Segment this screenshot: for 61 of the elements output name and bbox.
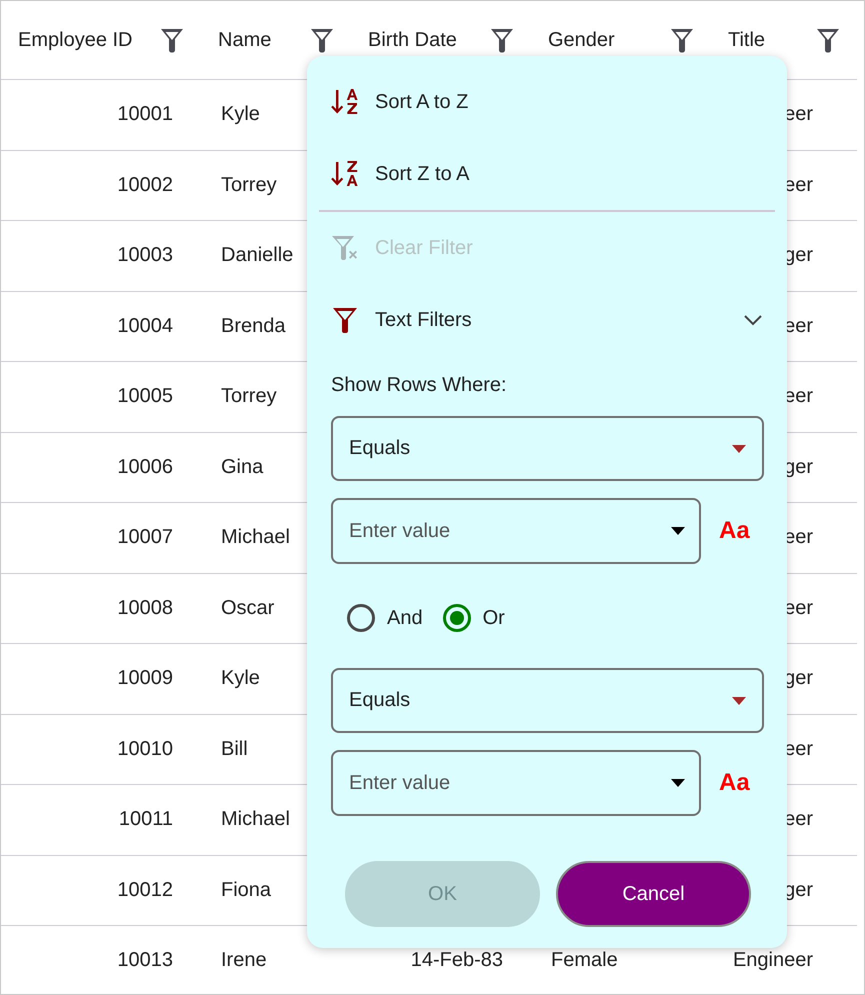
clear-filter-icon [331,233,359,263]
table-cell: Michael [221,808,290,832]
table-cell: 10004 [117,314,173,338]
table-cell: 10013 [117,949,173,972]
column-header: Birth Date [368,28,457,52]
column-header: Employee ID [18,28,132,52]
filter-icon[interactable] [310,27,334,53]
table-cell: 10005 [117,385,173,408]
filter-icon[interactable] [490,27,514,53]
caret-icon[interactable] [671,779,685,787]
sort-descending-icon [331,159,359,189]
table-cell: 10001 [117,103,173,126]
column-header: Title [728,28,766,52]
table-cell: Kyle [221,103,260,126]
table-cell: Engineer [732,949,813,972]
table-cell: Female [551,949,618,972]
match-case-toggle[interactable]: Aa [719,769,750,797]
table-cell: 10006 [117,456,173,479]
table-cell: Danielle [221,244,294,268]
table-cell: Kyle [221,667,260,690]
match-case-toggle[interactable]: Aa [719,517,750,545]
table-cell: Irene [221,949,267,972]
table-cell: Torrey [221,174,277,197]
filter-icon [331,305,359,335]
sort-ascending-icon [331,87,359,117]
column-header: Gender [548,28,615,52]
table-cell: 10003 [117,244,173,268]
filter-icon[interactable] [816,27,840,53]
radio-option[interactable]: And [347,604,423,632]
table-cell: Oscar [221,596,274,620]
caret-icon [732,696,746,704]
value-input[interactable]: Enter value [331,750,701,816]
value-input[interactable]: Enter value [331,498,701,564]
section-label: Show Rows Where: [331,374,507,396]
table-cell: Brenda [221,314,286,338]
table-cell: Fiona [221,878,272,902]
caret-icon[interactable] [671,527,685,535]
chevron-icon [743,314,763,326]
table-cell: 10007 [117,526,173,550]
menu-item[interactable]: Sort Z to A [307,138,787,210]
radio-option[interactable]: Or [442,604,505,632]
table-cell: Michael [221,526,290,550]
operator-dropdown[interactable]: Equals [331,416,764,481]
table-cell: Bill [221,738,248,761]
menu-item[interactable]: Text Filters [307,284,787,356]
column-header: Name [218,28,272,52]
table-cell: 14-Feb-83 [410,949,503,972]
table-cell: 10012 [117,878,173,902]
table-cell: Gina [221,456,264,479]
table-cell: Torrey [221,385,277,408]
operator-dropdown[interactable]: Equals [331,668,764,733]
table-cell: 10011 [118,808,173,832]
filter-icon[interactable] [670,27,694,53]
table-cell: 10002 [117,174,173,197]
caret-icon [732,444,746,452]
menu-item[interactable]: Sort A to Z [307,66,787,138]
table-cell: 10009 [117,667,173,690]
filter-icon[interactable] [160,27,184,53]
table-cell: 10010 [117,738,173,761]
table-cell: 10008 [117,596,173,620]
cancel-button[interactable]: Cancel [556,861,751,927]
